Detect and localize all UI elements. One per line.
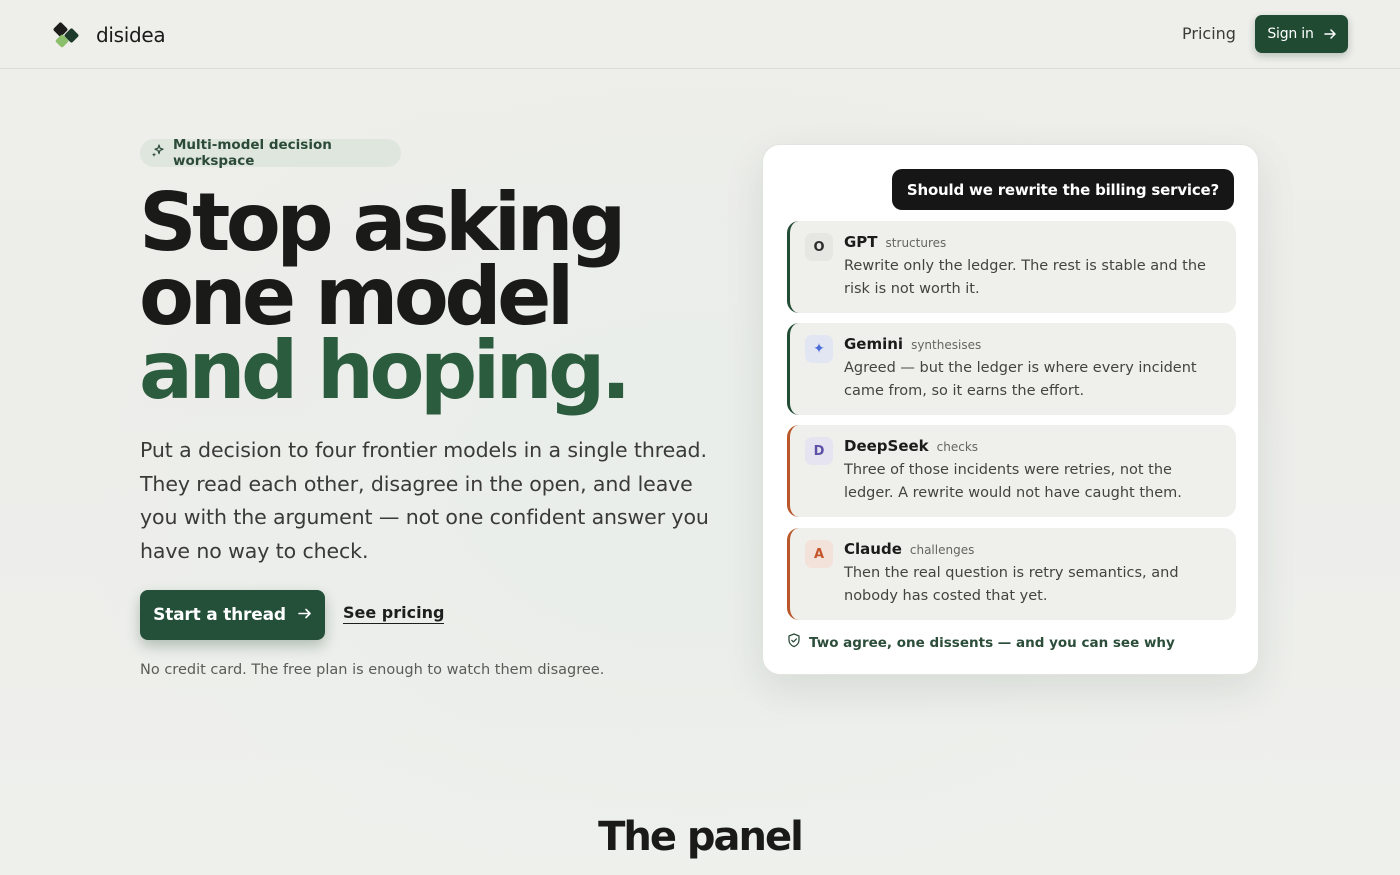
- reply-model-name: Claude: [844, 540, 902, 558]
- hero-description: Put a decision to four frontier models i…: [140, 438, 709, 563]
- reply-text: Three of those incidents were retries, n…: [844, 462, 1182, 501]
- headline-line-1: Stop asking: [139, 176, 626, 269]
- see-pricing-link[interactable]: See pricing: [343, 603, 445, 624]
- fineprint-note: No credit card. The free plan is enough …: [140, 662, 605, 678]
- sparkle-icon: [150, 143, 166, 163]
- top-navigation-bar: disidea Pricing Sign in: [0, 0, 1400, 69]
- brand-name: disidea: [96, 23, 166, 47]
- headline-line-3: and hoping.: [139, 324, 631, 417]
- reply-text: Rewrite only the ledger. The rest is sta…: [844, 258, 1206, 297]
- shield-check-icon: [787, 633, 801, 652]
- brand-link[interactable]: disidea: [52, 21, 166, 49]
- reply-model-name: Gemini: [844, 335, 904, 353]
- reply-model-role: checks: [936, 440, 979, 454]
- verdict-summary: Two agree, one dissents — and you can se…: [787, 633, 1175, 652]
- verdict-text: Two agree, one dissents — and you can se…: [809, 634, 1175, 651]
- hero-headline: Stop asking one model and hoping.: [139, 176, 631, 417]
- reply-card-deepseek: D DeepSeek checks Three of those inciden…: [787, 425, 1236, 517]
- start-thread-label: Start a thread: [153, 605, 286, 625]
- reply-model-role: structures: [885, 236, 947, 250]
- reply-text: Agreed — but the ledger is where every i…: [844, 360, 1197, 399]
- thread-preview-card: Should we rewrite the billing service? O…: [762, 144, 1259, 675]
- reply-card-gpt: O GPT structures Rewrite only the ledger…: [787, 221, 1236, 313]
- user-question-bubble: Should we rewrite the billing service?: [891, 169, 1234, 210]
- gpt-avatar: O: [805, 233, 833, 261]
- section-title-panel: The panel: [598, 814, 804, 860]
- arrow-right-icon: [1323, 28, 1336, 40]
- feature-badge: Multi-model decision workspace: [140, 137, 401, 169]
- sign-in-button[interactable]: Sign in: [1255, 15, 1348, 53]
- reply-model-name: DeepSeek: [844, 437, 929, 455]
- deepseek-avatar: D: [805, 437, 833, 465]
- nav-pricing-link[interactable]: Pricing: [1182, 24, 1236, 43]
- reply-card-gemini: ✦ Gemini synthesises Agreed — but the le…: [787, 323, 1236, 415]
- gemini-sparkle-icon: ✦: [805, 335, 833, 363]
- reply-text: Then the real question is retry semantic…: [844, 565, 1179, 604]
- reply-model-role: synthesises: [911, 338, 982, 352]
- arrow-right-icon: [298, 605, 312, 625]
- claude-avatar: A: [805, 540, 833, 568]
- headline-line-2: one model: [139, 250, 574, 343]
- feature-badge-label: Multi-model decision workspace: [173, 137, 332, 169]
- start-thread-button[interactable]: Start a thread: [140, 590, 325, 640]
- reply-model-name: GPT: [844, 233, 878, 251]
- logo-icon: [52, 21, 80, 49]
- reply-card-claude: A Claude challenges Then the real questi…: [787, 528, 1236, 620]
- reply-model-role: challenges: [909, 543, 975, 557]
- sign-in-label: Sign in: [1267, 26, 1314, 42]
